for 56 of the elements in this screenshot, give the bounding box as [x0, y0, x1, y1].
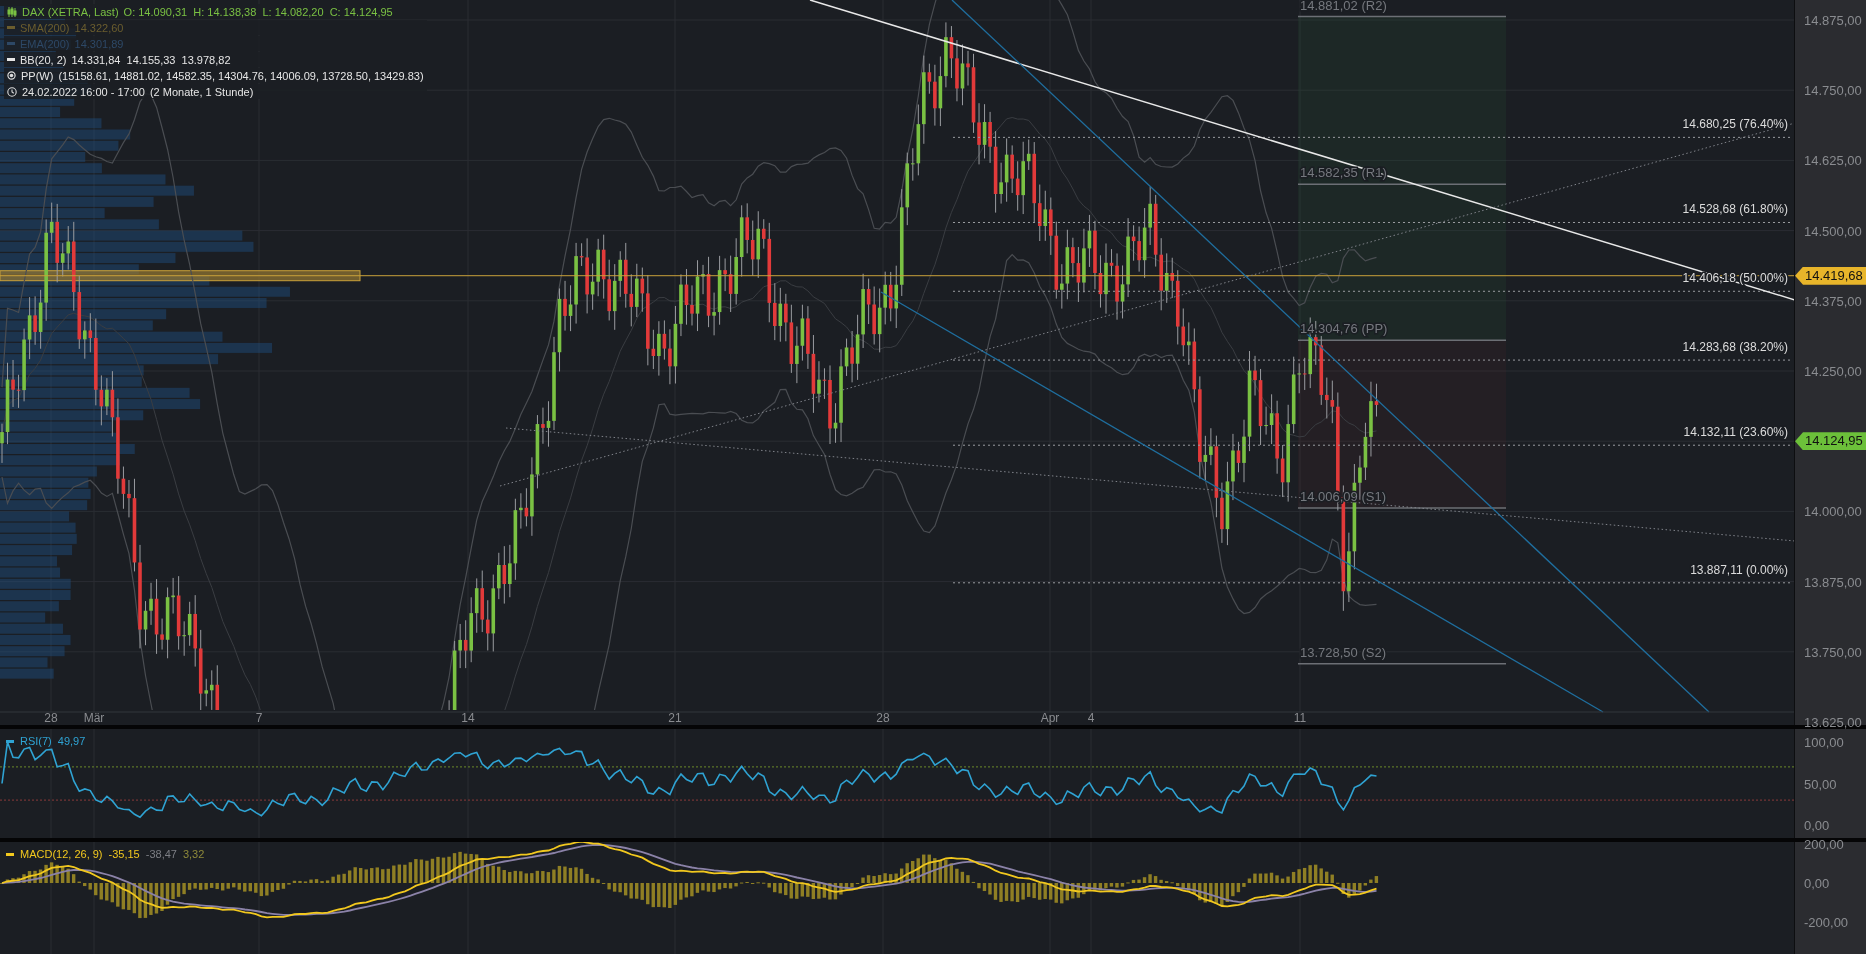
price-tag: 14.124,95 [1795, 432, 1866, 451]
axis-tick-label: 14.375,00 [1804, 293, 1862, 309]
legend-values: O: 14.090,31 H: 14.138,38 L: 14.082,20 C: 14.124,95 [123, 5, 393, 18]
axis-tick-label: 200,00 [1804, 836, 1844, 852]
date-label: Apr [1040, 711, 1060, 725]
date-label: Mär [83, 711, 105, 725]
macd-value: 3,32 [182, 848, 205, 860]
axis-tick-label: 14.625,00 [1804, 152, 1862, 168]
date-label: 11 [1293, 711, 1307, 725]
legend-values: (15158.61, 14881.02, 14582.35, 14304.76, 14006.09, 13728.50, 13429.83) [58, 69, 424, 82]
legend-values: (2 Monate, 1 Stunde) [149, 85, 254, 98]
axis-tick-label: 13.625,00 [1804, 714, 1862, 730]
axis-tick-label: 14.000,00 [1804, 503, 1862, 519]
date-label: 28 [876, 711, 890, 725]
legend-label: PP(W) [21, 69, 54, 82]
axis-tick-label: 0,00 [1804, 817, 1830, 833]
price-tag: 14.419,68 [1795, 266, 1866, 285]
date-label: 4 [1087, 711, 1095, 725]
axis-tick-label: 14.500,00 [1804, 223, 1862, 239]
axis-tick-label: 14.250,00 [1804, 363, 1862, 379]
axis-tick-label: 13.875,00 [1804, 574, 1862, 590]
pivot-label: 13.728,50 (S2) [1300, 644, 1386, 660]
fib-level-label: 14.680,25 (76.40%) [1682, 117, 1788, 132]
rsi-label: RSI(7) [20, 735, 52, 747]
date-label: 14 [461, 711, 475, 725]
fib-level-label: 14.132,11 (23.60%) [1683, 425, 1788, 440]
fib-level-label: 13.887,11 (0.00%) [1690, 562, 1788, 577]
axis-tick-label: 13.750,00 [1804, 644, 1862, 660]
line-swatch [6, 739, 14, 743]
date-label: 21 [668, 711, 682, 725]
legend-values: 14.322,60 [74, 21, 124, 34]
legend-label: EMA(200) [20, 37, 70, 50]
legend-label: BB(20, 2) [20, 53, 67, 66]
macd-value: -35,15 [108, 848, 140, 860]
legend-label: 24.02.2022 16:00 - 17:00 [22, 85, 145, 98]
pivot-label: 14.881,02 (R2) [1300, 0, 1387, 13]
line-swatch [6, 852, 14, 856]
legend-label: SMA(200) [20, 21, 70, 34]
axis-tick-label: 14.750,00 [1804, 82, 1862, 98]
fib-level-label: 14.283,68 (38.20%) [1682, 340, 1788, 355]
clock-icon [7, 86, 17, 97]
fib-level-label: 14.528,68 (61.80%) [1682, 202, 1788, 217]
axis-tick-label: 14.875,00 [1804, 12, 1862, 28]
rsi-value: 49,97 [57, 735, 86, 747]
legend-values: 14.331,84 14.155,33 13.978,82 [71, 53, 231, 66]
axis-tick-label: 50,00 [1804, 776, 1837, 791]
legend-values: 14.301,89 [74, 37, 124, 50]
legend-label: DAX (XETRA, Last) [22, 5, 119, 18]
axis-tick-label: 100,00 [1804, 734, 1844, 750]
target-icon [7, 71, 16, 80]
axis-tick-label: 0,00 [1804, 875, 1830, 891]
date-label: 28 [44, 711, 58, 725]
macd-label: MACD(12, 26, 9) [20, 848, 103, 860]
axis-tick-label: -200,00 [1804, 914, 1849, 930]
date-label: 7 [255, 711, 263, 725]
macd-value: -38,47 [145, 848, 177, 860]
